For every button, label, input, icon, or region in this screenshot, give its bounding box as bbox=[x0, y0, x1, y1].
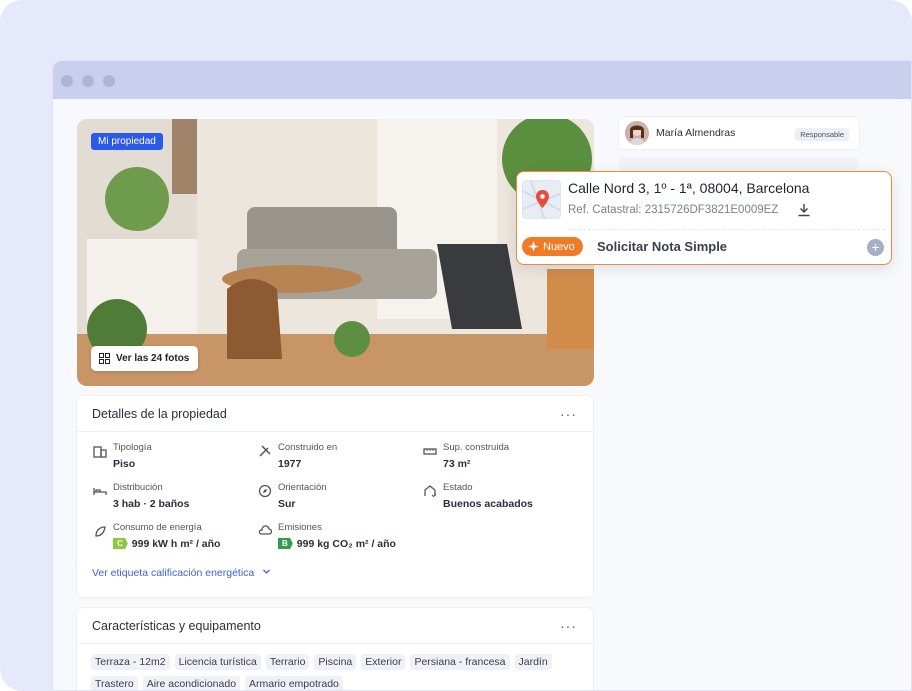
window-titlebar bbox=[53, 61, 911, 99]
feature-chip: Piscina bbox=[314, 654, 357, 670]
features-card: Características y equipamento ··· Terraz… bbox=[77, 608, 593, 690]
feature-chip: Trastero bbox=[91, 676, 138, 690]
features-chip-list: Terraza - 12m2 Licencia turística Terrar… bbox=[91, 654, 583, 690]
map-pin-icon bbox=[523, 181, 560, 218]
detail-emisiones: Emisiones B 999 kg CO₂ m² / año bbox=[257, 522, 422, 556]
detail-estado: Estado Buenos acabados bbox=[422, 482, 587, 516]
emissions-value: 999 kg CO₂ m² / año bbox=[296, 538, 396, 550]
placeholder-row bbox=[619, 157, 859, 171]
detail-label: Tipología bbox=[113, 442, 152, 453]
chevron-down-icon bbox=[263, 569, 271, 574]
emissions-rating-badge: B bbox=[278, 538, 293, 549]
responsible-name: María Almendras bbox=[656, 127, 736, 139]
role-badge: Responsable bbox=[795, 128, 849, 141]
detail-tipologia: Tipología Piso bbox=[92, 442, 257, 476]
divider bbox=[568, 229, 885, 230]
property-details-card: Detalles de la propiedad ··· Tipología P… bbox=[77, 396, 593, 597]
features-title: Características y equipamento bbox=[92, 618, 261, 633]
view-photos-label: Ver las 24 fotos bbox=[116, 353, 190, 364]
compass-icon bbox=[258, 484, 272, 498]
new-badge: Nuevo bbox=[522, 237, 583, 256]
building-icon bbox=[93, 446, 107, 458]
window-dot-minimize[interactable] bbox=[82, 75, 94, 87]
detail-label: Distribución bbox=[113, 482, 163, 493]
feature-chip: Terrario bbox=[265, 654, 310, 670]
property-address: Calle Nord 3, 1º - 1ª, 08004, Barcelona bbox=[568, 180, 810, 196]
cadastral-reference: Ref. Catastral: 2315726DF3821E0009EZ bbox=[568, 204, 779, 216]
detail-orientacion: Orientación Sur bbox=[257, 482, 422, 516]
detail-value: Sur bbox=[278, 498, 296, 510]
window-dot-close[interactable] bbox=[61, 75, 73, 87]
request-nota-simple-link[interactable]: Solicitar Nota Simple bbox=[597, 239, 727, 254]
browser-window: Mi propiedad Ver las 24 fotos Detalles d… bbox=[52, 60, 912, 691]
detail-label: Emisiones bbox=[278, 522, 322, 533]
map-thumbnail[interactable] bbox=[522, 180, 561, 219]
avatar bbox=[625, 121, 649, 145]
detail-label: Sup. construida bbox=[443, 442, 510, 453]
new-badge-label: Nuevo bbox=[543, 240, 575, 253]
add-button[interactable]: + bbox=[867, 239, 884, 256]
detail-distribucion: Distribución 3 hab · 2 baños bbox=[92, 482, 257, 516]
detail-label: Construido en bbox=[278, 442, 338, 453]
detail-label: Estado bbox=[443, 482, 473, 493]
details-menu-button[interactable]: ··· bbox=[560, 406, 577, 422]
feature-chip: Exterior bbox=[361, 654, 406, 670]
feature-chip: Armario empotrado bbox=[245, 676, 343, 690]
responsible-card[interactable]: María Almendras Responsable bbox=[619, 117, 859, 149]
feature-chip: Aire acondicionado bbox=[142, 676, 241, 690]
detail-value: B 999 kg CO₂ m² / año bbox=[278, 538, 396, 550]
feature-chip: Terraza - 12m2 bbox=[91, 654, 170, 670]
window-dot-maximize[interactable] bbox=[103, 75, 115, 87]
feature-chip: Jardín bbox=[514, 654, 552, 670]
detail-value: Piso bbox=[113, 458, 136, 470]
energy-leaf-icon bbox=[95, 526, 106, 537]
detail-value: 3 hab · 2 baños bbox=[113, 498, 190, 510]
detail-superficie: Sup. construida 73 m² bbox=[422, 442, 587, 476]
energy-label-link-text: Ver etiqueta calificación energética bbox=[92, 567, 255, 579]
person-avatar-icon bbox=[625, 121, 649, 145]
detail-value: 73 m² bbox=[443, 458, 471, 470]
detail-value: 1977 bbox=[278, 458, 302, 470]
my-property-tag: Mi propiedad bbox=[91, 133, 163, 150]
cloud-icon bbox=[258, 525, 272, 535]
grid-icon bbox=[99, 353, 110, 364]
energy-label-link[interactable]: Ver etiqueta calificación energética bbox=[92, 567, 271, 579]
bed-icon bbox=[93, 488, 107, 495]
property-address-popup: Calle Nord 3, 1º - 1ª, 08004, Barcelona … bbox=[516, 171, 892, 265]
details-header: Detalles de la propiedad ··· bbox=[77, 396, 593, 432]
detail-value: Buenos acabados bbox=[443, 498, 533, 510]
detail-label: Consumo de energía bbox=[113, 522, 202, 533]
details-title: Detalles de la propiedad bbox=[92, 406, 227, 421]
detail-label: Orientación bbox=[278, 482, 327, 493]
features-header: Características y equipamento ··· bbox=[77, 608, 593, 644]
feature-chip: Licencia turística bbox=[174, 654, 261, 670]
energy-value: 999 kW h m² / año bbox=[131, 538, 221, 550]
house-check-icon bbox=[424, 485, 437, 498]
ruler-icon bbox=[423, 448, 437, 455]
feature-chip: Persiana - francesa bbox=[410, 654, 510, 670]
energy-rating-badge: C bbox=[113, 538, 128, 549]
view-photos-button[interactable]: Ver las 24 fotos bbox=[91, 346, 199, 371]
detail-value: C 999 kW h m² / año bbox=[113, 538, 220, 550]
detail-consumo: Consumo de energía C 999 kW h m² / año bbox=[92, 522, 257, 556]
tools-icon bbox=[259, 445, 271, 457]
download-icon[interactable] bbox=[797, 203, 811, 217]
detail-construido: Construido en 1977 bbox=[257, 442, 422, 476]
features-menu-button[interactable]: ··· bbox=[560, 618, 577, 634]
sparkle-icon bbox=[528, 241, 539, 252]
